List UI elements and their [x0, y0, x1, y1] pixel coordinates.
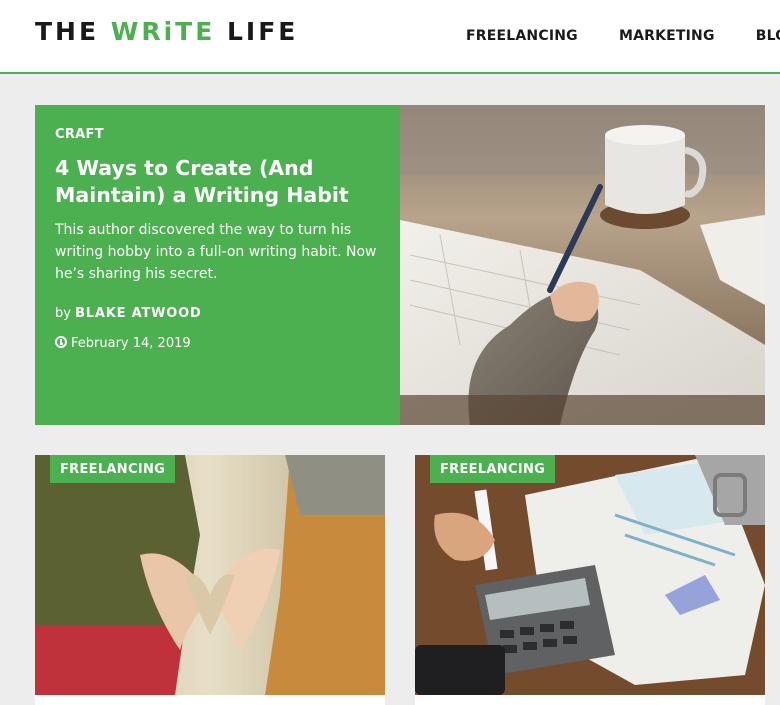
calculator-invoice-photo	[415, 455, 765, 695]
writing-desk-photo	[400, 105, 765, 425]
clock-icon	[55, 336, 67, 348]
featured-title[interactable]: 4 Ways to Create (And Maintain) a Writin…	[55, 155, 385, 209]
heart-hands-photo	[35, 455, 385, 695]
featured-post: CRAFT 4 Ways to Create (And Maintain) a …	[35, 105, 765, 425]
featured-date: February 14, 2019	[55, 336, 191, 351]
featured-byline: by BLAKE ATWOOD	[55, 306, 202, 321]
byline-prefix: by	[55, 306, 76, 321]
post-card-image[interactable]	[415, 455, 765, 695]
main-nav: FREELANCING MARKETING BLOG	[466, 25, 780, 44]
post-card-image[interactable]	[35, 455, 385, 695]
featured-image[interactable]	[400, 105, 765, 425]
post-card[interactable]: FREELANCING	[415, 455, 765, 705]
post-card-category[interactable]: FREELANCING	[50, 455, 176, 483]
post-card-category[interactable]: FREELANCING	[430, 455, 556, 483]
featured-post-panel: CRAFT 4 Ways to Create (And Maintain) a …	[35, 105, 400, 425]
post-card[interactable]: FREELANCING	[35, 455, 385, 705]
author-link[interactable]: BLAKE ATWOOD	[75, 306, 202, 321]
logo-text-life: LIFE	[215, 17, 299, 46]
featured-excerpt: This author discovered the way to turn h…	[55, 222, 377, 282]
logo-text-the: THE	[35, 17, 111, 46]
logo-text-write: WRiTE	[110, 17, 216, 46]
date-text: February 14, 2019	[71, 336, 191, 351]
nav-item-freelancing[interactable]: FREELANCING	[466, 28, 578, 44]
featured-category[interactable]: CRAFT	[55, 127, 104, 142]
nav-item-blog[interactable]: BLOG	[756, 28, 780, 44]
site-logo[interactable]: THE WRiTE LIFE	[35, 17, 298, 46]
site-header: THE WRiTE LIFE FREELANCING MARKETING BLO…	[0, 0, 780, 74]
nav-item-marketing[interactable]: MARKETING	[619, 28, 715, 44]
